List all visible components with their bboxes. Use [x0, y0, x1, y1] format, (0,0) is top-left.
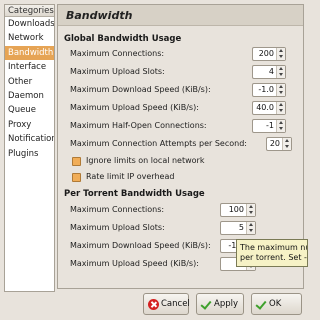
category-downloads[interactable]: Downloads [5, 17, 54, 31]
category-interface[interactable]: Interface [5, 60, 54, 74]
global-max-attempts-spinner[interactable]: 20 [266, 137, 292, 151]
cancel-button[interactable]: Cancel [143, 293, 190, 315]
category-bandwidth[interactable]: Bandwidth [5, 45, 54, 61]
torrent-max-upload-slots-row: Maximum Upload Slots: 5 [70, 221, 295, 236]
global-max-upload-slots-label: Maximum Upload Slots: [70, 67, 165, 76]
global-max-attempts-row: Maximum Connection Attempts per Second: … [70, 137, 295, 152]
spin-down-icon[interactable] [277, 72, 285, 78]
ignore-local-limits-checkbox[interactable] [72, 157, 81, 166]
global-max-connections-row: Maximum Connections: 200 [70, 47, 295, 62]
rate-limit-overhead-label[interactable]: Rate limit IP overhead [86, 172, 174, 181]
torrent-max-connections-label: Maximum Connections: [70, 205, 165, 214]
cancel-button-label: Cancel [161, 299, 190, 309]
torrent-max-download-speed-label: Maximum Download Speed (KiB/s): [70, 241, 211, 250]
category-network[interactable]: Network [5, 31, 54, 45]
spinner-arrows[interactable] [276, 48, 285, 60]
check-icon [256, 299, 267, 310]
torrent-max-upload-slots-label: Maximum Upload Slots: [70, 223, 165, 232]
spinner-value[interactable]: 100 [229, 205, 244, 214]
spinner-value[interactable]: -1.0 [258, 85, 274, 94]
global-max-connections-label: Maximum Connections: [70, 49, 165, 58]
global-max-half-open-spinner[interactable]: -1 [252, 119, 286, 133]
spinner-value[interactable]: 20 [270, 139, 280, 148]
check-icon [201, 299, 212, 310]
ok-button-label: OK [269, 299, 282, 309]
spin-down-icon[interactable] [277, 108, 285, 114]
per-torrent-bandwidth-title: Per Torrent Bandwidth Usage [64, 189, 205, 199]
spinner-arrows[interactable] [246, 222, 255, 234]
page-title: Bandwidth [58, 5, 303, 26]
global-max-half-open-row: Maximum Half-Open Connections: -1 [70, 119, 295, 134]
category-queue[interactable]: Queue [5, 103, 54, 117]
spinner-arrows[interactable] [276, 120, 285, 132]
spin-down-icon[interactable] [283, 144, 291, 150]
global-max-upload-slots-row: Maximum Upload Slots: 4 [70, 65, 295, 80]
cancel-icon [148, 299, 159, 310]
global-max-half-open-label: Maximum Half-Open Connections: [70, 121, 207, 130]
categories-list[interactable]: Categories Downloads Network Bandwidth I… [4, 4, 55, 292]
apply-button-label: Apply [214, 299, 238, 309]
spinner-arrows[interactable] [282, 138, 291, 150]
category-plugins[interactable]: Plugins [5, 147, 54, 161]
spinner-value[interactable]: 200 [259, 49, 274, 58]
categories-header[interactable]: Categories [5, 5, 54, 17]
tooltip-line-2: per torrent. Set -1 [240, 253, 308, 262]
ignore-local-limits-label[interactable]: Ignore limits on local network [86, 156, 204, 165]
spin-down-icon[interactable] [277, 126, 285, 132]
global-bandwidth-title: Global Bandwidth Usage [64, 34, 182, 44]
category-daemon[interactable]: Daemon [5, 89, 54, 103]
spinner-arrows[interactable] [246, 204, 255, 216]
spinner-arrows[interactable] [276, 102, 285, 114]
global-max-upload-speed-row: Maximum Upload Speed (KiB/s): 40.0 [70, 101, 295, 116]
spinner-value[interactable]: 40.0 [256, 103, 274, 112]
global-max-upload-slots-spinner[interactable]: 4 [252, 65, 286, 79]
spin-down-icon[interactable] [277, 54, 285, 60]
ok-button[interactable]: OK [251, 293, 302, 315]
category-notification[interactable]: Notification [5, 132, 54, 146]
global-max-download-speed-row: Maximum Download Speed (KiB/s): -1.0 [70, 83, 295, 98]
spinner-value[interactable]: -1 [266, 121, 274, 130]
spin-down-icon[interactable] [247, 228, 255, 234]
spin-down-icon[interactable] [247, 210, 255, 216]
rate-limit-overhead-checkbox[interactable] [72, 173, 81, 182]
spinner-arrows[interactable] [276, 66, 285, 78]
upload-speed-tooltip: The maximum nu per torrent. Set -1 [236, 239, 308, 267]
global-max-connections-spinner[interactable]: 200 [252, 47, 286, 61]
spinner-arrows[interactable] [276, 84, 285, 96]
category-other[interactable]: Other [5, 75, 54, 89]
spinner-value[interactable]: 5 [239, 223, 244, 232]
spinner-value[interactable]: 4 [269, 67, 274, 76]
tooltip-line-1: The maximum nu [240, 243, 308, 252]
torrent-max-connections-spinner[interactable]: 100 [220, 203, 256, 217]
torrent-max-upload-speed-label: Maximum Upload Speed (KiB/s): [70, 259, 199, 268]
torrent-max-connections-row: Maximum Connections: 100 [70, 203, 295, 218]
global-max-download-speed-label: Maximum Download Speed (KiB/s): [70, 85, 211, 94]
category-proxy[interactable]: Proxy [5, 118, 54, 132]
global-max-upload-speed-label: Maximum Upload Speed (KiB/s): [70, 103, 199, 112]
global-max-download-speed-spinner[interactable]: -1.0 [252, 83, 286, 97]
global-max-upload-speed-spinner[interactable]: 40.0 [252, 101, 286, 115]
torrent-max-upload-slots-spinner[interactable]: 5 [220, 221, 256, 235]
apply-button[interactable]: Apply [196, 293, 244, 315]
spin-down-icon[interactable] [277, 90, 285, 96]
global-max-attempts-label: Maximum Connection Attempts per Second: [70, 139, 247, 148]
